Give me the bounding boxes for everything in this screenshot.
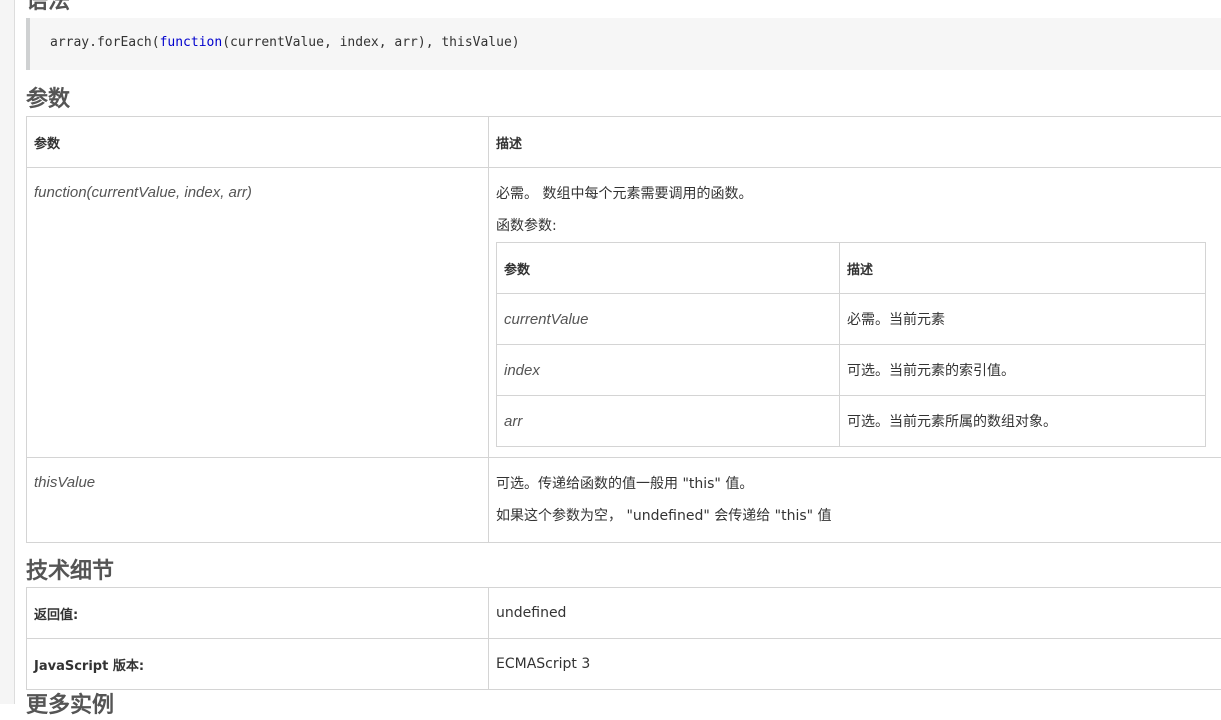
inner-param-desc: 可选。当前元素所属的数组对象。 bbox=[840, 396, 1206, 447]
param-name-cell: thisValue bbox=[27, 458, 489, 543]
tech-label: JavaScript 版本: bbox=[27, 639, 489, 690]
param-name-cell: function(currentValue, index, arr) bbox=[27, 168, 489, 458]
header-param: 参数 bbox=[27, 117, 489, 168]
inner-param-text: currentValue bbox=[504, 311, 589, 328]
param-desc-line: 如果这个参数为空， "undefined" 会传递给 "this" 值 bbox=[496, 506, 1218, 526]
parameters-table: 参数 描述 function(currentValue, index, arr)… bbox=[26, 116, 1221, 543]
table-row: thisValue 可选。传递给函数的值一般用 "this" 值。 如果这个参数… bbox=[27, 458, 1221, 543]
tech-value: undefined bbox=[489, 588, 1221, 639]
tech-label: 返回值: bbox=[27, 588, 489, 639]
syntax-code-block: array.forEach(function(currentValue, ind… bbox=[26, 18, 1221, 70]
inner-header-desc: 描述 bbox=[840, 243, 1206, 294]
code-prefix: array.forEach( bbox=[50, 35, 160, 50]
inner-param-text: index bbox=[504, 362, 540, 379]
table-row: 返回值: undefined bbox=[27, 588, 1221, 639]
code-suffix: (currentValue, index, arr), thisValue) bbox=[222, 35, 519, 50]
code-keyword: function bbox=[160, 35, 223, 50]
syntax-heading: 语法 bbox=[26, 0, 70, 16]
header-desc: 描述 bbox=[489, 117, 1221, 168]
table-row: arr 可选。当前元素所属的数组对象。 bbox=[497, 396, 1206, 447]
technical-details-heading: 技术细节 bbox=[26, 558, 114, 586]
table-row: JavaScript 版本: ECMAScript 3 bbox=[27, 639, 1221, 690]
table-row: index 可选。当前元素的索引值。 bbox=[497, 345, 1206, 396]
parameters-header-row: 参数 描述 bbox=[27, 117, 1221, 168]
parameters-heading: 参数 bbox=[26, 86, 70, 114]
syntax-code: array.forEach(function(currentValue, ind… bbox=[50, 35, 520, 50]
left-page-border bbox=[0, 0, 15, 704]
param-desc-cell: 可选。传递给函数的值一般用 "this" 值。 如果这个参数为空， "undef… bbox=[489, 458, 1221, 543]
param-desc-line: 函数参数: bbox=[496, 216, 1218, 236]
param-name: thisValue bbox=[34, 474, 95, 491]
table-row: currentValue 必需。当前元素 bbox=[497, 294, 1206, 345]
inner-param-text: arr bbox=[504, 413, 522, 430]
inner-param-name: arr bbox=[497, 396, 840, 447]
param-desc-line: 必需。 数组中每个元素需要调用的函数。 bbox=[496, 184, 1218, 204]
inner-header-row: 参数 描述 bbox=[497, 243, 1206, 294]
inner-param-name: index bbox=[497, 345, 840, 396]
inner-param-desc: 可选。当前元素的索引值。 bbox=[840, 345, 1206, 396]
param-name: function(currentValue, index, arr) bbox=[34, 184, 252, 201]
function-params-table: 参数 描述 currentValue 必需。当前元素 index 可选。当前元素… bbox=[496, 242, 1206, 447]
table-row: function(currentValue, index, arr) 必需。 数… bbox=[27, 168, 1221, 458]
inner-param-name: currentValue bbox=[497, 294, 840, 345]
inner-header-param: 参数 bbox=[497, 243, 840, 294]
param-desc-cell: 必需。 数组中每个元素需要调用的函数。 函数参数: 参数 描述 currentV… bbox=[489, 168, 1221, 458]
technical-details-table: 返回值: undefined JavaScript 版本: ECMAScript… bbox=[26, 587, 1221, 690]
param-desc-line: 可选。传递给函数的值一般用 "this" 值。 bbox=[496, 474, 1218, 494]
tech-value: ECMAScript 3 bbox=[489, 639, 1221, 690]
more-examples-heading: 更多实例 bbox=[26, 692, 114, 720]
inner-param-desc: 必需。当前元素 bbox=[840, 294, 1206, 345]
